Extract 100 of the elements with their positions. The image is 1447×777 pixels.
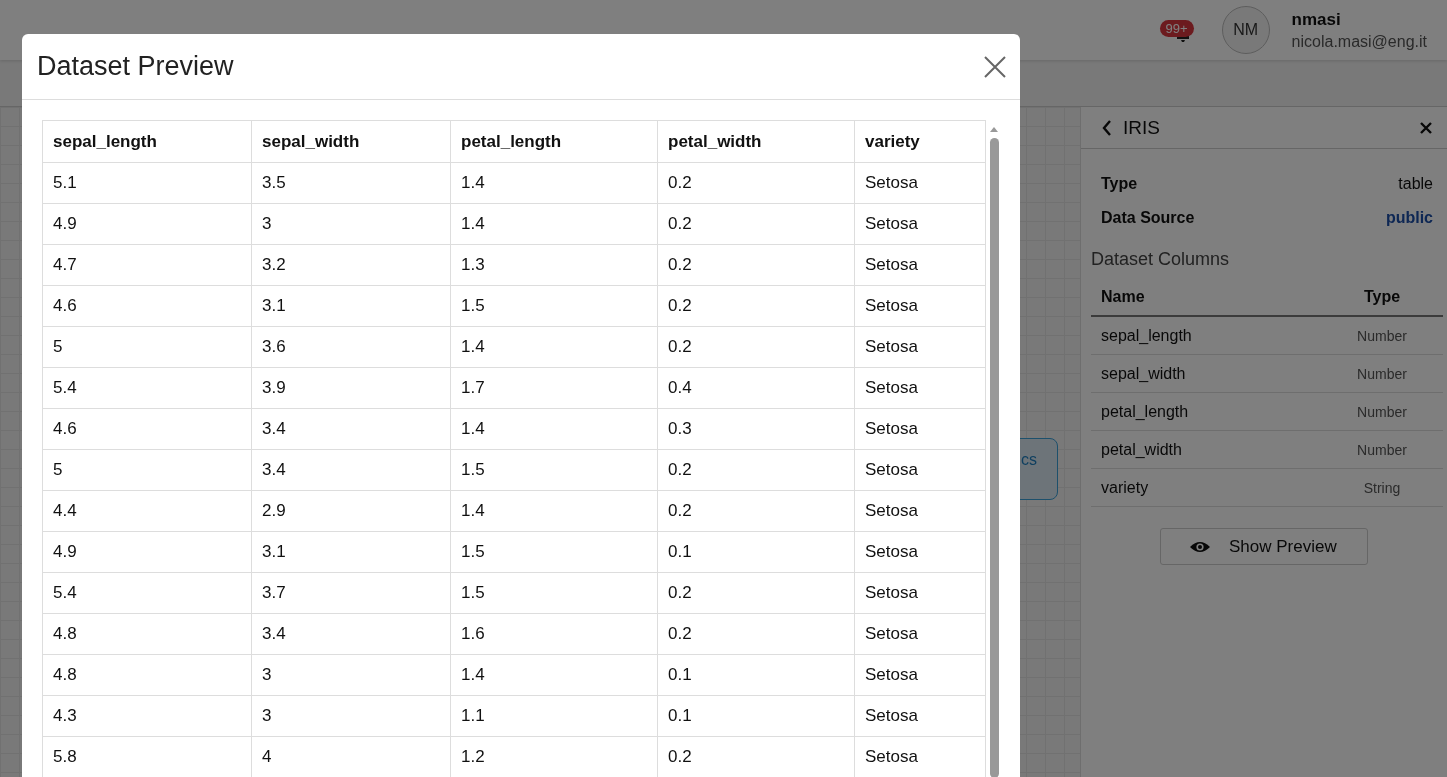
table-cell: 4.9 (42, 531, 252, 573)
column-header: sepal_width (251, 120, 451, 163)
table-cell: 1.5 (450, 572, 658, 614)
node-label: cs (1021, 451, 1037, 469)
table-cell: 4.6 (42, 408, 252, 450)
column-header: petal_length (450, 120, 658, 163)
table-cell: 4.6 (42, 285, 252, 327)
column-header: petal_width (657, 120, 855, 163)
close-icon[interactable] (1419, 120, 1433, 135)
table-cell: 0.2 (657, 285, 855, 327)
table-cell: 3.7 (251, 572, 451, 614)
table-cell: 0.2 (657, 490, 855, 532)
user-avatar[interactable]: NM (1221, 6, 1270, 54)
table-cell: 4.9 (42, 203, 252, 245)
table-cell: Setosa (854, 531, 986, 573)
table-cell: 1.4 (450, 203, 658, 245)
table-cell: 3.6 (251, 326, 451, 368)
table-cell: Setosa (854, 654, 986, 696)
table-cell: Setosa (854, 285, 986, 327)
table-cell: 4.4 (42, 490, 252, 532)
table-cell: 1.7 (450, 367, 658, 409)
table-cell: 5.4 (42, 367, 252, 409)
column-header: Name (1101, 287, 1146, 306)
property-label: Data Source (1101, 209, 1195, 227)
table-cell: 5 (42, 449, 252, 491)
close-icon[interactable] (984, 55, 1006, 78)
table-cell: Setosa (854, 326, 986, 368)
table-cell-text: Number (1356, 441, 1408, 458)
user-email: nicola.masi@eng.it (1291, 32, 1427, 51)
table-cell: 1.4 (450, 654, 658, 696)
table-cell: 0.1 (657, 654, 855, 696)
table-cell: 0.2 (657, 203, 855, 245)
show-preview-button[interactable]: Show Preview (1160, 528, 1368, 565)
table-cell: 3.1 (251, 285, 451, 327)
table-cell: 1.1 (450, 695, 658, 737)
table-cell: 3.2 (251, 244, 451, 286)
table-cell: Setosa (854, 695, 986, 737)
table-cell-text: variety (1101, 478, 1150, 497)
table-cell: Setosa (854, 367, 986, 409)
property-link[interactable]: public (1385, 209, 1433, 227)
table-cell-text: petal_width (1101, 440, 1183, 459)
table-cell: 0.3 (657, 408, 855, 450)
section-heading: Dataset Columns (1090, 248, 1231, 271)
table-cell-text: petal_length (1101, 402, 1190, 421)
table-cell: 3.5 (251, 162, 451, 204)
table-cell: 4.3 (42, 695, 252, 737)
table-cell: 4.7 (42, 244, 252, 286)
table-cell: 1.4 (450, 326, 658, 368)
table-cell: 5 (42, 326, 252, 368)
modal-title: Dataset Preview (37, 51, 234, 82)
table-cell: 1.5 (450, 449, 658, 491)
table-cell-text: Number (1356, 327, 1408, 344)
column-header: sepal_length (42, 120, 252, 163)
table-cell: 3.9 (251, 367, 451, 409)
table-cell: 3 (251, 654, 451, 696)
table-cell: Setosa (854, 408, 986, 450)
table-cell: 4.8 (42, 613, 252, 655)
table-cell-text: Number (1356, 365, 1408, 382)
table-cell: 3.4 (251, 449, 451, 491)
table-cell: 1.5 (450, 531, 658, 573)
table-cell: 0.2 (657, 244, 855, 286)
table-cell: Setosa (854, 162, 986, 204)
table-cell: Setosa (854, 613, 986, 655)
table-cell: Setosa (854, 449, 986, 491)
back-icon[interactable] (1101, 118, 1113, 137)
table-cell: 3.4 (251, 408, 451, 450)
table-cell: 1.4 (450, 408, 658, 450)
table-cell: 0.2 (657, 162, 855, 204)
property-label: Type (1101, 175, 1138, 193)
panel-title: IRIS (1123, 116, 1161, 139)
table-cell: 0.2 (657, 326, 855, 368)
scroll-up-icon[interactable] (990, 127, 998, 132)
column-header: variety (854, 120, 986, 163)
table-cell: 0.2 (657, 449, 855, 491)
table-cell: 0.1 (657, 695, 855, 737)
table-cell-text: Number (1356, 403, 1408, 420)
table-cell: 0.2 (657, 613, 855, 655)
table-cell: 1.5 (450, 285, 658, 327)
table-cell: 3.1 (251, 531, 451, 573)
table-cell: 3.4 (251, 613, 451, 655)
table-cell: 3 (251, 203, 451, 245)
property-value: table (1398, 175, 1433, 193)
table-cell: 0.1 (657, 531, 855, 573)
table-cell: 0.4 (657, 367, 855, 409)
username: nmasi (1291, 9, 1342, 30)
table-cell-text: sepal_length (1101, 326, 1193, 345)
table-cell: 1.4 (450, 162, 658, 204)
table-cell: 3 (251, 695, 451, 737)
table-cell: 4.8 (42, 654, 252, 696)
table-cell: 2.9 (251, 490, 451, 532)
table-cell: 5.4 (42, 572, 252, 614)
table-cell: 1.6 (450, 613, 658, 655)
table-cell: 1.4 (450, 490, 658, 532)
column-header: Type (1362, 287, 1402, 306)
table-cell-text: String (1362, 479, 1402, 496)
table-cell: Setosa (854, 572, 986, 614)
eye-icon (1189, 539, 1211, 554)
table-cell: 5.1 (42, 162, 252, 204)
table-cell: 5.8 (42, 736, 252, 777)
table-cell: 0.2 (657, 572, 855, 614)
